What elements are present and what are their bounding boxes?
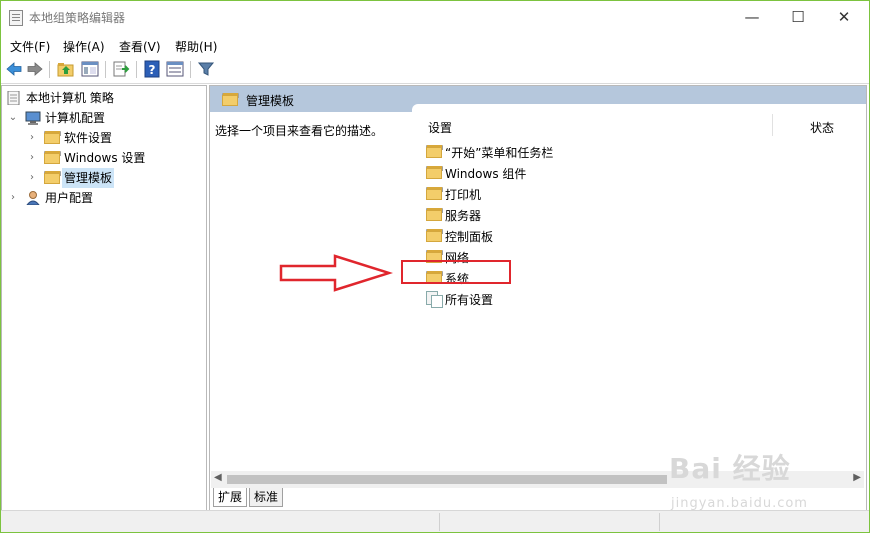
settings-list: 设置 状态 “开始”菜单和任务栏 Windows 组件 打印机 服务器 控制面板… (412, 104, 866, 494)
tab-extended[interactable]: 扩展 (213, 488, 248, 507)
description-text: 选择一个项目来查看它的描述。 (215, 124, 384, 138)
list-item-label: “开始”菜单和任务栏 (445, 146, 554, 160)
minimize-button[interactable]: — (729, 1, 775, 33)
tree-item-computer-config[interactable]: ⌄ 计算机配置 (2, 108, 202, 128)
tree-item-user-config[interactable]: › 用户配置 (2, 188, 202, 208)
back-arrow-icon[interactable] (5, 60, 23, 78)
menu-view[interactable]: 查看(V) (119, 38, 161, 55)
tree-pane: 本地计算机 策略 ⌄ 计算机配置 › 软件设置 › Windows 设置 › 管… (1, 85, 207, 512)
toolbar-separator (190, 61, 191, 78)
help-icon[interactable]: ? (143, 60, 161, 78)
watermark-url: jingyan.baidu.com (671, 496, 808, 511)
up-folder-icon[interactable] (57, 60, 75, 78)
folder-icon (426, 187, 443, 200)
status-divider (439, 513, 440, 531)
pane-title: 管理模板 (246, 94, 295, 108)
forward-arrow-icon[interactable] (26, 60, 44, 78)
tree-label: 管理模板 (62, 168, 115, 188)
chevron-right-icon[interactable]: › (27, 168, 37, 188)
baidu-watermark: Bai 经验 jingyan.baidu.com (669, 441, 859, 521)
folder-icon (44, 151, 61, 165)
toolbar-separator (105, 61, 106, 78)
tree-item-software-settings[interactable]: › 软件设置 (2, 128, 202, 148)
folder-icon (426, 145, 443, 158)
chevron-right-icon[interactable]: › (27, 148, 37, 168)
menu-help[interactable]: 帮助(H) (175, 38, 217, 55)
all-settings-icon (426, 291, 443, 308)
list-item-label: Windows 组件 (445, 167, 527, 181)
menu-file[interactable]: 文件(F) (10, 38, 50, 55)
policy-document-icon (7, 91, 20, 105)
column-setting[interactable]: 设置 (428, 119, 452, 136)
list-item-label: 打印机 (445, 188, 482, 202)
scroll-thumb[interactable] (227, 475, 667, 484)
folder-icon (222, 93, 239, 106)
properties-icon[interactable] (166, 60, 184, 78)
column-header: 设置 状态 (412, 104, 866, 136)
folder-icon (44, 131, 61, 145)
folder-icon (44, 171, 61, 185)
tree-label: Windows 设置 (64, 151, 146, 165)
toolbar: ? (1, 57, 869, 84)
title-bar: 本地组策略编辑器 — ☐ ✕ (1, 1, 869, 33)
show-hide-tree-icon[interactable] (81, 60, 99, 78)
description-area: 选择一个项目来查看它的描述。 (210, 112, 410, 482)
svg-text:?: ? (149, 63, 156, 77)
tree-label: 用户配置 (45, 191, 94, 205)
status-divider (659, 513, 660, 531)
annotation-highlight-box (401, 260, 511, 284)
app-icon (9, 10, 23, 26)
tree-item-windows-settings[interactable]: › Windows 设置 (2, 148, 202, 168)
folder-icon (426, 166, 443, 179)
chevron-right-icon[interactable]: › (8, 188, 18, 208)
tree-label: 计算机配置 (45, 111, 106, 125)
scroll-left-icon[interactable]: ◀ (214, 472, 222, 483)
chevron-down-icon[interactable]: ⌄ (8, 108, 18, 128)
list-item-label: 控制面板 (445, 230, 494, 244)
filter-icon[interactable] (197, 60, 215, 78)
computer-icon (25, 111, 41, 125)
tree-label: 本地计算机 策略 (26, 91, 114, 105)
column-divider[interactable] (772, 114, 773, 136)
column-status[interactable]: 状态 (810, 119, 834, 136)
close-button[interactable]: ✕ (821, 1, 867, 33)
maximize-button[interactable]: ☐ (775, 1, 821, 33)
toolbar-separator (136, 61, 137, 78)
tab-standard[interactable]: 标准 (249, 488, 284, 507)
folder-icon (426, 229, 443, 242)
tree-item-admin-templates[interactable]: › 管理模板 (2, 168, 202, 188)
user-icon (26, 191, 40, 205)
tree-label: 软件设置 (64, 131, 113, 145)
list-item-label: 所有设置 (445, 293, 494, 307)
folder-icon (426, 208, 443, 221)
window-title: 本地组策略编辑器 (29, 11, 126, 25)
tree-item-local-policy[interactable]: 本地计算机 策略 (2, 88, 202, 108)
app-window: 本地组策略编辑器 — ☐ ✕ 文件(F) 操作(A) 查看(V) 帮助(H) ?… (0, 0, 870, 533)
list-item-label: 服务器 (445, 209, 482, 223)
annotation-arrow-icon (279, 254, 393, 292)
chevron-right-icon[interactable]: › (27, 128, 37, 148)
toolbar-separator (49, 61, 50, 78)
export-list-icon[interactable] (112, 60, 130, 78)
watermark-brand: Bai 经验 (669, 452, 791, 485)
menu-action[interactable]: 操作(A) (63, 38, 105, 55)
menu-bar: 文件(F) 操作(A) 查看(V) 帮助(H) (1, 34, 869, 56)
